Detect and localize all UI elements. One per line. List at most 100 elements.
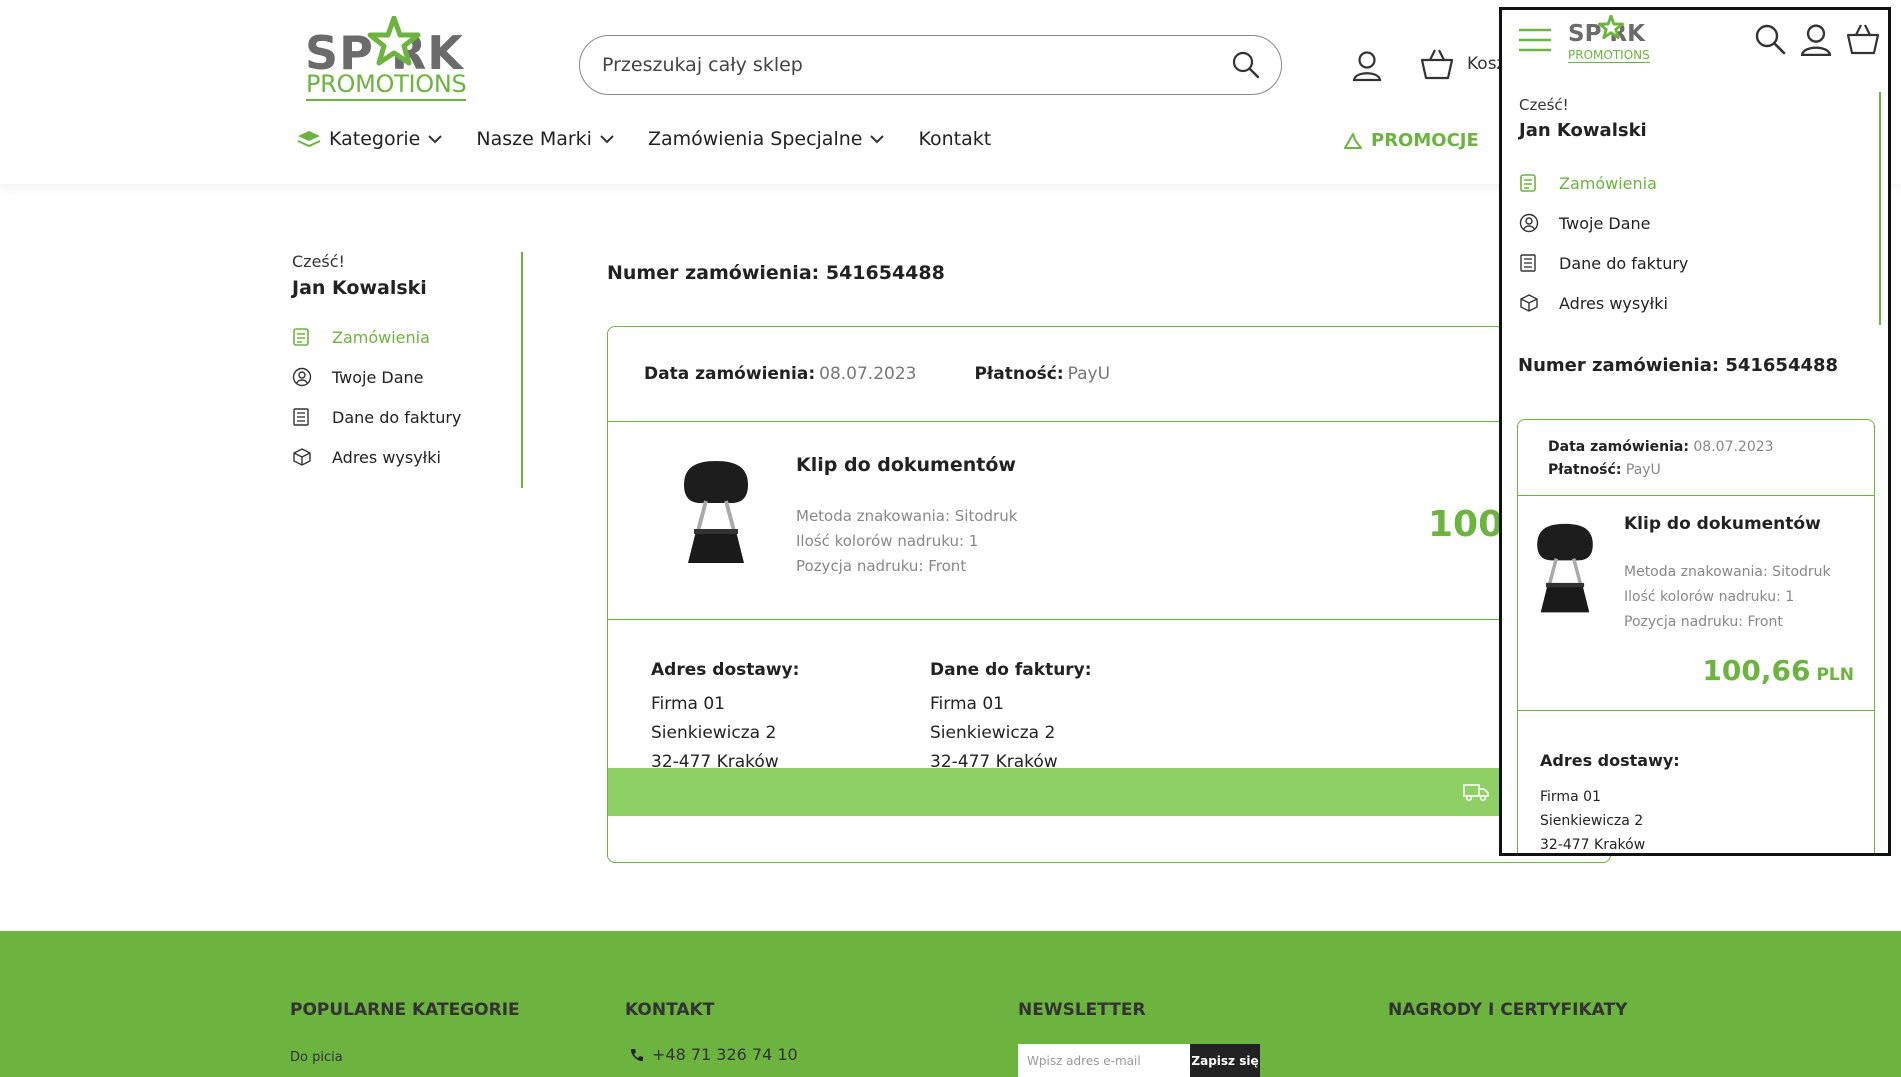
spec-method: Metoda znakowania: Sitodruk: [1624, 564, 1831, 580]
invoice-icon: [1520, 254, 1536, 272]
nav-label: Kategorie: [329, 128, 421, 150]
orders-icon: [1520, 174, 1536, 192]
order-date-value: 08.07.2023: [819, 364, 917, 384]
order-date-label: Data zamówienia:: [644, 364, 816, 384]
package-icon: [293, 448, 311, 466]
search-icon[interactable]: [1231, 50, 1261, 80]
hamburger-menu-icon[interactable]: [1518, 28, 1552, 52]
chevron-down-icon: [428, 134, 443, 143]
sidebar-item-dane-do-faktury[interactable]: Dane do faktury: [292, 397, 521, 437]
order-meta: Data zamówienia: 08.07.2023 Płatność: Pa…: [1518, 420, 1874, 496]
product-specs: Metoda znakowania: Sitodruk Ilość koloró…: [796, 504, 1017, 579]
nav-kontakt[interactable]: Kontakt: [918, 128, 991, 150]
nav-nasze-marki[interactable]: Nasze Marki: [476, 128, 614, 150]
order-number: Numer zamówienia: 541654488: [607, 262, 945, 284]
footer-phone[interactable]: +48 71 326 74 10: [652, 1045, 798, 1064]
order-date-label: Data zamówienia:: [1548, 439, 1689, 455]
mobile-order-card: Data zamówienia: 08.07.2023 Płatność: Pa…: [1517, 419, 1875, 853]
newsletter-email-input[interactable]: Wpisz adres e-mail: [1018, 1044, 1190, 1077]
sidebar-item-label: Twoje Dane: [332, 367, 424, 387]
address-line: Sienkiewicza 2: [930, 723, 1056, 743]
logo[interactable]: SP RK PROMOTIONS: [305, 16, 475, 104]
sidebar-item-adres-wysylki[interactable]: Adres wysyłki: [1519, 283, 1688, 323]
sidebar-item-adres-wysylki[interactable]: Adres wysyłki: [292, 437, 521, 477]
delivery-address: Adres dostawy: Firma 01 Sienkiewicza 2 3…: [651, 658, 799, 777]
account-sidebar: Cześć! Jan Kowalski Zamówienia Twoje Dan…: [292, 252, 523, 488]
payment-value: PayU: [1067, 364, 1111, 384]
sidebar-item-label: Dane do faktury: [1559, 253, 1689, 273]
spec-colors: Ilość kolorów nadruku: 1: [1624, 589, 1795, 605]
sidebar-item-label: Dane do faktury: [332, 407, 462, 427]
nav-kategorie[interactable]: Kategorie: [297, 128, 443, 150]
spec-position: Pozycja nadruku: Front: [796, 557, 967, 575]
sidebar-divider: [1879, 92, 1881, 325]
shipping-status-bar: [608, 768, 1610, 816]
address-line: Firma 01: [1540, 789, 1601, 805]
sidebar-item-twoje-dane[interactable]: Twoje Dane: [1519, 203, 1688, 243]
logo-subtitle: PROMOTIONS: [306, 70, 467, 101]
invoice-title: Dane do faktury:: [930, 660, 1092, 680]
basket-icon[interactable]: [1420, 48, 1454, 80]
footer-link[interactable]: Do picia: [290, 1050, 343, 1065]
user-circle-icon: [292, 367, 312, 387]
order-date-value: 08.07.2023: [1693, 439, 1774, 455]
chevron-down-icon: [870, 134, 885, 143]
promo-label: PROMOCJE: [1371, 130, 1479, 151]
star-icon: [1598, 15, 1624, 39]
search-placeholder: Przeszukaj cały sklep: [602, 54, 803, 76]
orders-icon: [293, 328, 309, 346]
nav-label: Zamówienia Specjalne: [647, 128, 863, 150]
spec-colors: Ilość kolorów nadruku: 1: [796, 532, 979, 550]
product-image[interactable]: [1532, 516, 1598, 622]
order-card: Data zamówienia: 08.07.2023 Płatność: Pa…: [607, 326, 1611, 863]
basket-icon[interactable]: [1846, 23, 1880, 55]
sidebar-item-dane-do-faktury[interactable]: Dane do faktury: [1519, 243, 1688, 283]
footer-heading-newsletter: NEWSLETTER: [1018, 1000, 1146, 1020]
search-icon[interactable]: [1754, 23, 1786, 55]
search-input[interactable]: Przeszukaj cały sklep: [579, 35, 1282, 95]
order-addresses: Adres dostawy: Firma 01 Sienkiewicza 2 3…: [608, 620, 1610, 816]
nav-label: Nasze Marki: [476, 128, 592, 150]
product-specs: Metoda znakowania: Sitodruk Ilość koloró…: [1624, 560, 1831, 635]
payment-label: Płatność:: [1548, 462, 1622, 478]
page: SP RK PROMOTIONS Przeszukaj cały sklep K…: [0, 0, 1901, 1077]
user-icon[interactable]: [1352, 50, 1382, 82]
product-name[interactable]: Klip do dokumentów: [1624, 514, 1821, 534]
sidebar-item-label: Zamówienia: [332, 327, 430, 347]
invoice-address: Dane do faktury: Firma 01 Sienkiewicza 2…: [930, 658, 1092, 777]
product-price: 100,66 PLN: [1702, 654, 1854, 687]
product-image[interactable]: [678, 457, 754, 569]
user-name: Jan Kowalski: [292, 277, 427, 299]
promo-link[interactable]: PROMOCJE: [1343, 130, 1479, 151]
footer-heading-awards: NAGRODY I CERTYFIKATY: [1388, 1000, 1628, 1020]
address-line: Firma 01: [651, 694, 725, 714]
greeting: Cześć!: [1519, 96, 1569, 114]
user-name: Jan Kowalski: [1519, 120, 1647, 141]
invoice-icon: [293, 408, 309, 426]
sidebar-item-zamowienia[interactable]: Zamówienia: [292, 317, 521, 357]
truck-icon: [1463, 784, 1489, 802]
address-line: Sienkiewicza 2: [651, 723, 777, 743]
address-line: Firma 01: [930, 694, 1004, 714]
sidebar-item-label: Zamówienia: [1559, 173, 1657, 193]
subscribe-button[interactable]: Zapisz się: [1190, 1044, 1260, 1077]
footer-heading-contact: KONTAKT: [625, 1000, 715, 1020]
mobile-account-menu: Zamówienia Twoje Dane Dane do faktury Ad…: [1519, 163, 1688, 323]
sidebar-item-label: Adres wysyłki: [332, 447, 441, 467]
chevron-down-icon: [600, 134, 614, 143]
payment-value: PayU: [1625, 462, 1661, 478]
order-meta: Data zamówienia: 08.07.2023 Płatność: Pa…: [608, 327, 1610, 422]
nav-zamowienia-specjalne[interactable]: Zamówienia Specjalne: [648, 128, 885, 150]
logo-subtitle: PROMOTIONS: [1568, 48, 1650, 63]
user-icon[interactable]: [1800, 23, 1832, 57]
package-icon: [1520, 294, 1538, 312]
star-icon: [367, 16, 421, 66]
product-name[interactable]: Klip do dokumentów: [796, 454, 1016, 476]
sidebar-item-twoje-dane[interactable]: Twoje Dane: [292, 357, 521, 397]
layers-icon: [297, 131, 321, 148]
address-line: Sienkiewicza 2: [1540, 813, 1644, 829]
sidebar-item-zamowienia[interactable]: Zamówienia: [1519, 163, 1688, 203]
spec-method: Metoda znakowania: Sitodruk: [796, 507, 1018, 525]
address-line: 32-477 Kraków: [1540, 837, 1646, 853]
phone-icon: [631, 1049, 643, 1061]
